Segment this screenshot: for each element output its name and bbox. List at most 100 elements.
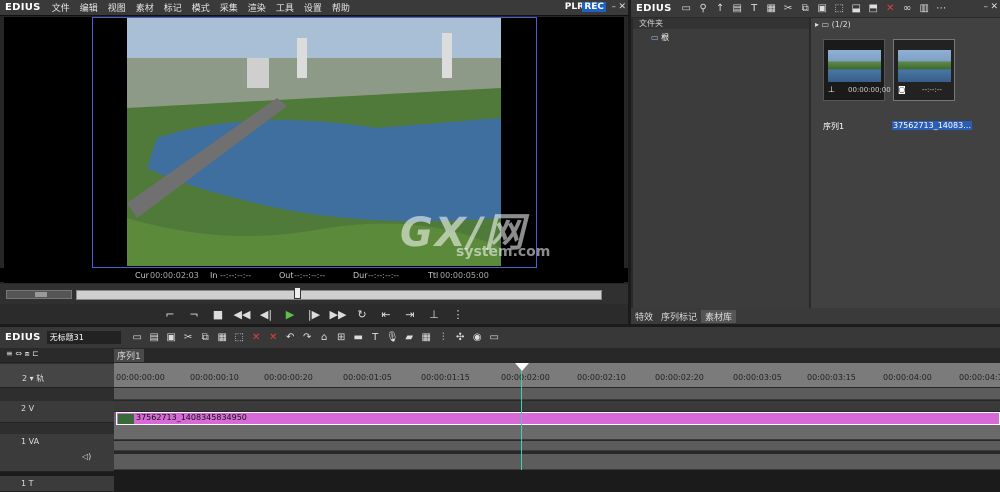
menu-marker[interactable]: 标记 xyxy=(159,1,187,14)
track-1t-lane[interactable] xyxy=(114,454,1000,470)
sequence-thumb[interactable]: ⊥ 00:00:00;00 xyxy=(823,39,891,101)
play-icon[interactable]: ▶ xyxy=(281,308,299,321)
delete-icon[interactable]: ✕ xyxy=(882,3,899,14)
export-icon[interactable]: ▰ xyxy=(401,332,418,343)
step-forward-icon[interactable]: |▶ xyxy=(305,308,323,321)
timeline-copy-icon[interactable]: ⧉ xyxy=(197,332,214,343)
track-2v-header[interactable]: 2 V xyxy=(0,401,114,423)
rewind-icon[interactable]: ◀◀ xyxy=(233,308,251,321)
menu-mode[interactable]: 模式 xyxy=(187,1,215,14)
loop-icon[interactable]: ↻ xyxy=(353,308,371,321)
bin-logo: EDIUS xyxy=(636,3,672,14)
save-icon[interactable]: ▣ xyxy=(163,332,180,343)
track-1t-header[interactable]: 1 T xyxy=(0,476,114,492)
menu-view[interactable]: 视图 xyxy=(103,1,131,14)
new-sequence-icon[interactable]: ▭ xyxy=(129,332,146,343)
properties-icon[interactable]: ∞ xyxy=(899,3,916,14)
redo-icon[interactable]: ↷ xyxy=(299,332,316,343)
menu-clip[interactable]: 素材 xyxy=(131,1,159,14)
cd-icon[interactable]: ◉ xyxy=(469,332,486,343)
render-icon[interactable]: ▬ xyxy=(350,332,367,343)
undo-icon[interactable]: ↶ xyxy=(282,332,299,343)
track-2v-lane[interactable] xyxy=(114,388,1000,400)
copy-icon[interactable]: ⧉ xyxy=(797,3,814,14)
step-back-icon[interactable]: ◀| xyxy=(257,308,275,321)
stop-icon[interactable]: ■ xyxy=(209,308,227,321)
menu-tools[interactable]: 工具 xyxy=(271,1,299,14)
camera-icon: ◙ xyxy=(898,85,906,94)
root-folder[interactable]: ▭ 根 xyxy=(651,32,669,43)
fast-forward-icon[interactable]: ▶▶ xyxy=(329,308,347,321)
speaker-icon[interactable]: ◁) xyxy=(82,452,91,461)
timeline-ruler[interactable]: 00:00:00:00 00:00:00:10 00:00:00:20 00:0… xyxy=(114,363,1000,387)
ruler-label-6: 00:00:02:10 xyxy=(577,373,626,382)
project-name[interactable]: 无标题31 xyxy=(46,331,121,344)
paste-icon[interactable]: ▣ xyxy=(814,3,831,14)
menu-help[interactable]: 帮助 xyxy=(327,1,355,14)
folder-icon[interactable]: ▭ xyxy=(678,3,695,14)
minimize-icon[interactable]: – xyxy=(612,2,617,12)
mic-icon[interactable]: 🎙 xyxy=(384,332,401,343)
clip-thumb-image xyxy=(898,50,951,82)
sequence-tab[interactable]: 序列1 xyxy=(114,349,144,362)
split-icon[interactable]: ⊥ xyxy=(425,308,443,321)
set-out-icon[interactable]: ¬ xyxy=(185,308,203,321)
add-timeline-icon[interactable]: ⬚ xyxy=(831,3,848,14)
timeline-paste-icon[interactable]: ▦ xyxy=(214,332,231,343)
tab-effects[interactable]: 特效 xyxy=(631,310,657,323)
close-icon[interactable]: ✕ xyxy=(618,2,626,12)
marker-icon[interactable]: ⌂ xyxy=(316,332,333,343)
position-knob[interactable] xyxy=(293,287,301,299)
snap-icon[interactable]: ⊞ xyxy=(333,332,350,343)
shuttle-knob[interactable] xyxy=(35,292,47,297)
rec-button[interactable]: REC xyxy=(582,2,606,12)
color-icon[interactable]: ▦ xyxy=(763,3,780,14)
plr-button[interactable]: PLR xyxy=(565,2,584,12)
ripple-delete-icon[interactable]: ✕ xyxy=(265,332,282,343)
tab-bin[interactable]: 素材库 xyxy=(701,309,737,323)
grid-icon[interactable]: ▦ xyxy=(418,332,435,343)
playhead-marker-icon[interactable] xyxy=(515,363,529,371)
bin-minimize-icon[interactable]: – xyxy=(984,2,989,12)
title-icon[interactable]: T xyxy=(746,3,763,14)
shuttle-slider[interactable] xyxy=(6,290,72,299)
track-1va-header[interactable]: 1 VA ◁) xyxy=(0,434,114,472)
replace-icon[interactable]: ⬚ xyxy=(231,332,248,343)
overwrite-icon[interactable]: ⇥ xyxy=(401,308,419,321)
player-menubar: EDIUS 文件 编辑 视图 素材 标记 模式 采集 渲染 工具 设置 帮助 P… xyxy=(0,0,628,16)
up-icon[interactable]: ↑ xyxy=(712,3,729,14)
menu-more-icon[interactable]: ⋮ xyxy=(449,308,467,321)
insert-timeline-icon[interactable]: ⬓ xyxy=(848,3,865,14)
clip-thumb[interactable]: ◙ --:--:-- xyxy=(893,39,955,101)
menu-edit[interactable]: 编辑 xyxy=(75,1,103,14)
overwrite-timeline-icon[interactable]: ⬒ xyxy=(865,3,882,14)
playhead-line[interactable] xyxy=(521,363,522,470)
view-icon[interactable]: ▥ xyxy=(916,3,933,14)
track-mode-icon[interactable]: ≡ ⇔ ⧈ ⊏ xyxy=(6,349,39,358)
set-in-icon[interactable]: ⌐ xyxy=(161,308,179,321)
position-bar[interactable] xyxy=(76,290,602,300)
track-1va-audio-lane[interactable] xyxy=(114,441,1000,451)
layout-icon[interactable]: ▭ xyxy=(486,332,503,343)
menu-settings[interactable]: 设置 xyxy=(299,1,327,14)
clip-count: ▸ ▭ (1/2) xyxy=(815,20,851,29)
mixer-icon[interactable]: ⫶ xyxy=(435,332,452,343)
open-icon[interactable]: ▤ xyxy=(729,3,746,14)
timeline-clip[interactable]: 37562713_1408345834950 xyxy=(116,412,1000,425)
bin-close-icon[interactable]: ✕ xyxy=(990,2,998,12)
timeline-cut-icon[interactable]: ✂ xyxy=(180,332,197,343)
timeline-title-icon[interactable]: T xyxy=(367,332,384,343)
menu-icon[interactable]: ⋯ xyxy=(933,3,950,14)
insert-icon[interactable]: ⇤ xyxy=(377,308,395,321)
effects-icon[interactable]: ✣ xyxy=(452,332,469,343)
search-icon[interactable]: ⚲ xyxy=(695,3,712,14)
delete-clip-icon[interactable]: ✕ xyxy=(248,332,265,343)
tab-sequence-markers[interactable]: 序列标记 xyxy=(657,310,701,323)
menu-file[interactable]: 文件 xyxy=(47,1,75,14)
cut-icon[interactable]: ✂ xyxy=(780,3,797,14)
menu-capture[interactable]: 采集 xyxy=(215,1,243,14)
sequence-thumb-image xyxy=(828,50,881,82)
menu-render[interactable]: 渲染 xyxy=(243,1,271,14)
track-count[interactable]: 2 xyxy=(22,374,27,383)
open-project-icon[interactable]: ▤ xyxy=(146,332,163,343)
